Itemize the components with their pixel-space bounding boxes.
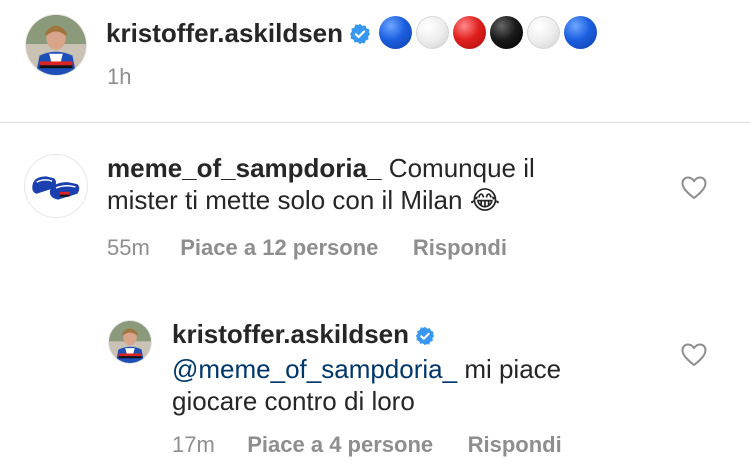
comment-text-line2: mister ti mette solo con il Milan: [107, 185, 463, 215]
reply-likes-link[interactable]: Piace a 4 persone: [247, 432, 433, 457]
heart-outline-icon[interactable]: [681, 176, 707, 200]
blue-circle-icon: [379, 16, 412, 49]
comment-time: 55m: [107, 235, 150, 260]
comment-reply-button[interactable]: Rispondi: [413, 235, 507, 260]
black-circle-icon: [490, 16, 523, 49]
team-colors-emoji-row: [379, 16, 597, 49]
laughing-emoji: 😂: [469, 185, 501, 215]
verified-badge-icon: [415, 321, 435, 353]
mention-link[interactable]: @meme_of_sampdoria_: [172, 354, 457, 384]
reply-text-line1: mi piace: [457, 354, 562, 384]
heart-outline-icon[interactable]: [681, 343, 707, 367]
commenter-username[interactable]: meme_of_sampdoria_: [107, 153, 382, 183]
player-photo-icon: [26, 15, 86, 75]
reply-text-line2: giocare contro di loro: [172, 386, 415, 416]
blue-circle-icon: [564, 16, 597, 49]
slippers-icon: [25, 155, 87, 217]
white-circle-icon: [527, 16, 560, 49]
player-photo-icon: [109, 321, 151, 363]
reply-reply-button[interactable]: Rispondi: [468, 432, 562, 457]
red-circle-icon: [453, 16, 486, 49]
post-username[interactable]: kristoffer.askildsen: [106, 18, 343, 48]
post-author-avatar[interactable]: [25, 14, 87, 76]
commenter-avatar[interactable]: [24, 154, 88, 218]
comment-likes-link[interactable]: Piace a 12 persone: [180, 235, 378, 260]
reply-username[interactable]: kristoffer.askildsen: [172, 319, 409, 349]
divider: [0, 122, 750, 123]
post-time: 1h: [107, 64, 132, 89]
white-circle-icon: [416, 16, 449, 49]
reply-author-avatar[interactable]: [108, 320, 152, 364]
comment-text-line1: Comunque il: [388, 153, 535, 183]
reply-time: 17m: [172, 432, 215, 457]
verified-badge-icon: [349, 20, 371, 52]
